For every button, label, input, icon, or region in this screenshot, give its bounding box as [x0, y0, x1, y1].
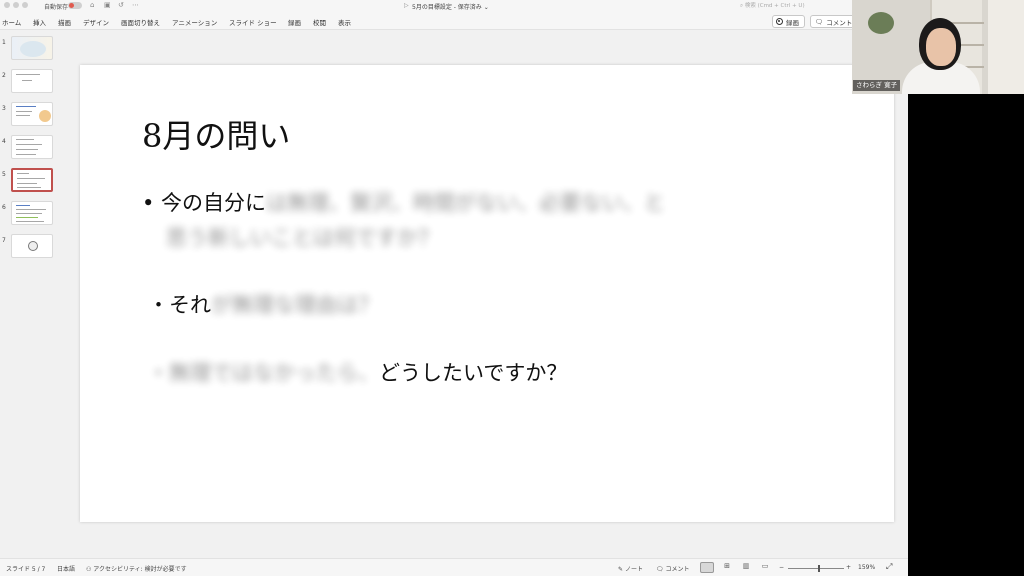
tab-transitions[interactable]: 画面切り替え	[121, 17, 160, 27]
status-bar: スライド 5 / 7 日本語 ⚇ アクセシビリティ: 検討が必要です ✎ ノート…	[0, 558, 908, 576]
comment-icon: 🗨	[656, 566, 666, 573]
comments-button[interactable]: 🗨 コメント	[810, 15, 858, 28]
thumbnail-6[interactable]: 6	[0, 201, 60, 227]
record-button-label: 録画	[786, 18, 799, 27]
search-placeholder: 検索 (Cmd + Ctrl + U)	[744, 3, 805, 9]
background-wall	[988, 0, 1024, 94]
reading-view-icon[interactable]: ▥	[739, 562, 753, 573]
bullet-2[interactable]: ・それが無理な理由は？	[148, 289, 379, 319]
thumbnail-2[interactable]: 2	[0, 69, 60, 95]
bullet-3[interactable]: ・無理ではなかったら、どうしたいですか？	[148, 357, 567, 387]
tab-design[interactable]: デザイン	[83, 17, 109, 27]
thumbnail-7[interactable]: 7	[0, 234, 60, 260]
bullet-1-blurred-text: は無理、贅沢、時間がない、必要ない、と	[266, 191, 666, 215]
thumbnail-number: 6	[2, 204, 6, 211]
thumbnail-number: 4	[2, 138, 6, 145]
thumbnail-image	[11, 36, 53, 60]
record-button[interactable]: 録画	[772, 15, 805, 28]
thumbnail-3[interactable]: 3	[0, 102, 60, 128]
title-bar: 自動保存 ⌂ ▣ ↺ ⋯ ▷ 5月の目標設定 - 保存済み ⌄ ⌕ 検索 (Cm…	[0, 0, 908, 12]
sidebar-toggle-icon[interactable]: ▷	[404, 2, 409, 9]
ribbon: ホーム 挿入 描画 デザイン 画面切り替え アニメーション スライド ショー 録…	[0, 12, 908, 30]
zoom-out-button[interactable]: −	[779, 564, 784, 571]
fit-to-window-icon[interactable]: ⤢	[886, 562, 892, 572]
normal-view-button[interactable]	[700, 562, 714, 573]
tab-draw[interactable]: 描画	[58, 17, 71, 27]
tab-record[interactable]: 録画	[288, 17, 301, 27]
undo-icon[interactable]: ↺	[118, 1, 124, 9]
current-slide[interactable]: 8月の問い • 今の自分には無理、贅沢、時間がない、必要ない、と 思う新しいこと…	[80, 65, 894, 522]
comments-button-label: コメント	[826, 18, 853, 27]
language-indicator[interactable]: 日本語	[57, 564, 75, 573]
minimize-window-button[interactable]	[13, 2, 19, 8]
tab-review[interactable]: 校閲	[313, 17, 326, 27]
bullet-1-continuation: 思う新しいことは何ですか？	[166, 226, 439, 250]
accessibility-status[interactable]: ⚇ アクセシビリティ: 検討が必要です	[86, 564, 187, 573]
thumbnail-image	[11, 135, 53, 159]
search-input[interactable]: ⌕ 検索 (Cmd + Ctrl + U)	[740, 1, 850, 10]
thumbnail-number: 1	[2, 39, 6, 46]
thumbnail-number: 3	[2, 105, 6, 112]
tab-view[interactable]: 表示	[338, 17, 351, 27]
thumbnail-image-selected	[11, 168, 53, 192]
comment-icon: 🗨	[815, 17, 824, 26]
bullet-3-clear-text: どうしたいですか？	[379, 361, 568, 385]
tab-slideshow[interactable]: スライド ショー	[229, 17, 277, 27]
autosave-toggle[interactable]	[68, 2, 82, 9]
powerpoint-window: 自動保存 ⌂ ▣ ↺ ⋯ ▷ 5月の目標設定 - 保存済み ⌄ ⌕ 検索 (Cm…	[0, 0, 908, 576]
bullet-2-clear-text: ・それ	[148, 293, 211, 317]
notes-icon: ✎	[618, 566, 625, 573]
more-icon[interactable]: ⋯	[132, 1, 139, 9]
plant-graphic	[868, 12, 894, 34]
thumbnail-number: 2	[2, 72, 6, 79]
document-title[interactable]: 5月の目標設定 - 保存済み ⌄	[412, 2, 489, 11]
zoom-in-button[interactable]: +	[846, 564, 851, 571]
thumbnail-1[interactable]: 1	[0, 36, 60, 62]
thumbnail-4[interactable]: 4	[0, 135, 60, 161]
person-face	[926, 28, 956, 66]
tab-home[interactable]: ホーム	[2, 17, 21, 27]
zoom-window-button[interactable]	[22, 2, 28, 8]
notes-label: ノート	[624, 566, 643, 573]
thumbnail-logo	[28, 241, 38, 251]
bullet-1[interactable]: • 今の自分には無理、贅沢、時間がない、必要ない、と	[142, 187, 665, 217]
tab-insert[interactable]: 挿入	[33, 17, 46, 27]
home-icon[interactable]: ⌂	[90, 1, 94, 9]
save-icon[interactable]: ▣	[104, 1, 111, 9]
thumbnail-image	[11, 69, 53, 93]
slide-counter: スライド 5 / 7	[6, 566, 46, 573]
record-icon	[776, 18, 783, 25]
thumbnail-number: 5	[2, 171, 6, 178]
thumbnail-graphic	[20, 41, 46, 57]
accessibility-label: アクセシビリティ: 検討が必要です	[93, 566, 187, 573]
thumbnail-5[interactable]: 5	[0, 168, 60, 194]
thumbnail-image	[11, 102, 53, 126]
slide-thumbnails-panel: 1 2 3 4 5 6 7	[0, 31, 62, 558]
notes-button[interactable]: ✎ ノート	[618, 564, 643, 573]
presenter-view-icon[interactable]: ▭	[758, 562, 772, 573]
status-comments-button[interactable]: 🗨 コメント	[656, 564, 690, 573]
thumbnail-image	[11, 201, 53, 225]
slide-title[interactable]: 8月の問い	[142, 111, 290, 157]
participant-name-tag: さわらぎ 寛子	[853, 80, 901, 91]
thumbnail-number: 7	[2, 237, 6, 244]
slide-sorter-icon[interactable]: ⊞	[720, 562, 734, 573]
bullet-3-blurred-text: ・無理ではなかったら、	[148, 361, 379, 385]
zoom-level[interactable]: 159%	[858, 564, 875, 571]
close-window-button[interactable]	[4, 2, 10, 8]
status-comments-label: コメント	[665, 566, 690, 573]
participant-video[interactable]: さわらぎ 寛子	[852, 0, 1024, 94]
tab-animations[interactable]: アニメーション	[172, 17, 217, 27]
bullet-1-clear-text: • 今の自分に	[142, 191, 267, 215]
zoom-slider-knob[interactable]	[818, 565, 820, 572]
thumbnail-image	[11, 234, 53, 258]
zoom-slider[interactable]	[788, 565, 844, 572]
autosave-label: 自動保存	[44, 4, 69, 11]
bullet-2-blurred-text: が無理な理由は？	[211, 293, 379, 317]
